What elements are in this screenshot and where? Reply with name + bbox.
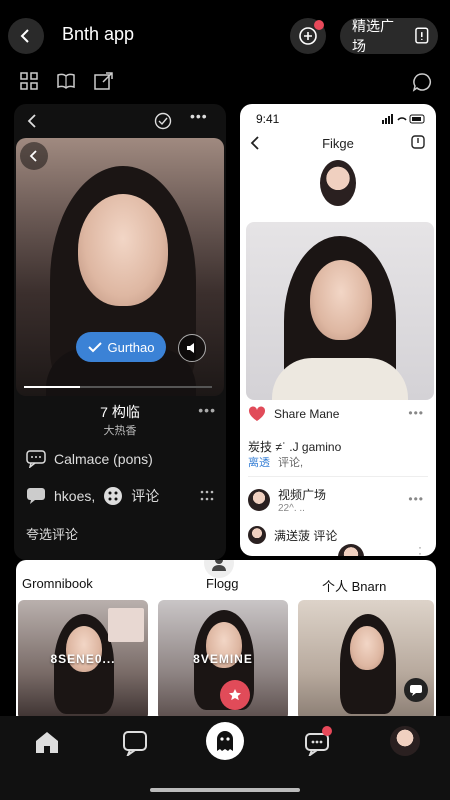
back-button[interactable] [20,142,48,170]
grid-icon[interactable] [20,72,38,90]
follow-button[interactable]: Gurthao [76,332,166,362]
apps-icon[interactable] [103,486,123,506]
app-title: Bnth app [62,24,135,44]
video-progress-fill [24,386,81,388]
list-item-title: 满送菠 评论 [274,528,338,543]
create-button[interactable] [206,722,244,760]
toolbar [0,70,450,96]
tile-caption: 8SENE0... [50,652,116,666]
creator-name: 7 构临 [100,404,140,420]
featured-comments-row[interactable]: 夸选评论 [26,524,78,543]
creator-subtitle: 大热香 [103,425,137,437]
more-icon[interactable]: ••• [408,406,424,420]
check-icon [87,342,102,353]
bookmark-icon [415,27,429,44]
follow-label: Gurthao [107,339,155,355]
avatar [248,489,270,511]
home-indicator [150,788,300,792]
notification-badge [322,726,332,736]
status-time: 9:41 [256,112,280,126]
speaker-icon [187,343,194,353]
back-icon [20,29,29,43]
add-button[interactable] [290,18,326,54]
more-vertical-icon[interactable]: ··· [418,541,422,556]
comment-icon [26,450,46,468]
gallery-heading: Gromnibook [22,576,93,591]
favorite-button[interactable] [220,680,250,710]
book-icon[interactable] [56,72,76,90]
chat-bubble-button[interactable] [404,678,428,702]
comment-line: 炭技 ≠ˈ .J gamino [248,440,342,454]
profile-avatar[interactable] [320,160,356,206]
thumbnail [108,608,144,642]
featured-square-button[interactable]: 精选广场 [340,18,438,54]
notification-badge [314,20,324,30]
share-label: Share Mane [274,407,340,421]
more-icon[interactable]: ••• [408,492,424,506]
gallery-panel: Gromnibook Flogg 个人 Bnarn 8SENE0... 8VEM… [16,560,436,720]
back-icon [29,150,37,162]
profile-avatar[interactable] [390,726,420,756]
top-bar: Bnth app 精选广场 [0,0,450,70]
more-icon[interactable]: ••• [198,402,216,418]
video-panel: ••• Gurthao 7 构临 大热香 ••• Calmace (pons) … [14,104,226,560]
gallery-mid-heading: Flogg [206,576,239,591]
home-icon[interactable] [34,730,60,754]
share-icon[interactable] [94,72,114,90]
actions-label-b[interactable]: 评论 [131,486,159,506]
list-item-title: 视频广场 [278,488,327,502]
video-panel-header: ••• [14,104,226,138]
comment-links: 离透 评论, [248,454,303,470]
comment-sub: 评论, [278,457,304,469]
tile-caption: 8VEMINE [193,652,253,666]
comment-row[interactable]: Calmace (pons) [26,450,153,468]
divider [248,476,428,477]
list-item[interactable]: 视频广场 22^. .. [248,486,326,514]
list-item-sub: 22^. .. [278,503,305,514]
profile-title: Fikge [322,136,354,151]
star-icon [229,689,241,701]
ghost-icon [217,731,233,751]
featured-square-label: 精选广场 [352,18,394,54]
chat-icon[interactable] [412,72,432,92]
avatar [248,526,266,544]
featured-comments-label: 夸选评论 [26,527,79,542]
comment-link[interactable]: 离透 [248,454,270,470]
video-progress[interactable] [24,386,212,388]
share-row[interactable]: Share Mane [248,406,339,422]
list-item[interactable]: 满送菠 评论 [248,526,337,544]
check-circle-icon[interactable] [154,112,172,130]
grid-dots-icon[interactable] [200,490,214,502]
back-icon[interactable] [26,114,38,128]
chat-bubble-icon [410,684,422,696]
profile-panel: 9:41 Fikge Share Mane ••• 炭技 ≠ˈ .J gamin… [240,104,436,556]
gallery-tile[interactable] [298,600,434,720]
gallery-tile[interactable]: 8SENE0... [18,600,148,720]
share-icon[interactable] [410,134,426,150]
more-icon[interactable]: ••• [190,108,208,124]
signal-icon [382,114,425,124]
back-button[interactable] [8,18,44,54]
message-icon[interactable] [26,487,46,505]
heart-icon[interactable] [248,406,266,422]
message-icon[interactable] [122,730,148,756]
volume-button[interactable] [178,334,206,362]
actions-row: hkoes, 评论 [26,486,159,506]
avatar[interactable] [338,544,364,556]
gallery-tile[interactable]: 8VEMINE [158,600,288,720]
comment-row-label: Calmace (pons) [54,451,153,467]
tab-bar [0,716,450,800]
profile-photo[interactable] [246,222,434,400]
actions-label-a: hkoes, [54,488,96,504]
gallery-right-heading: 个人 Bnarn [322,579,387,594]
